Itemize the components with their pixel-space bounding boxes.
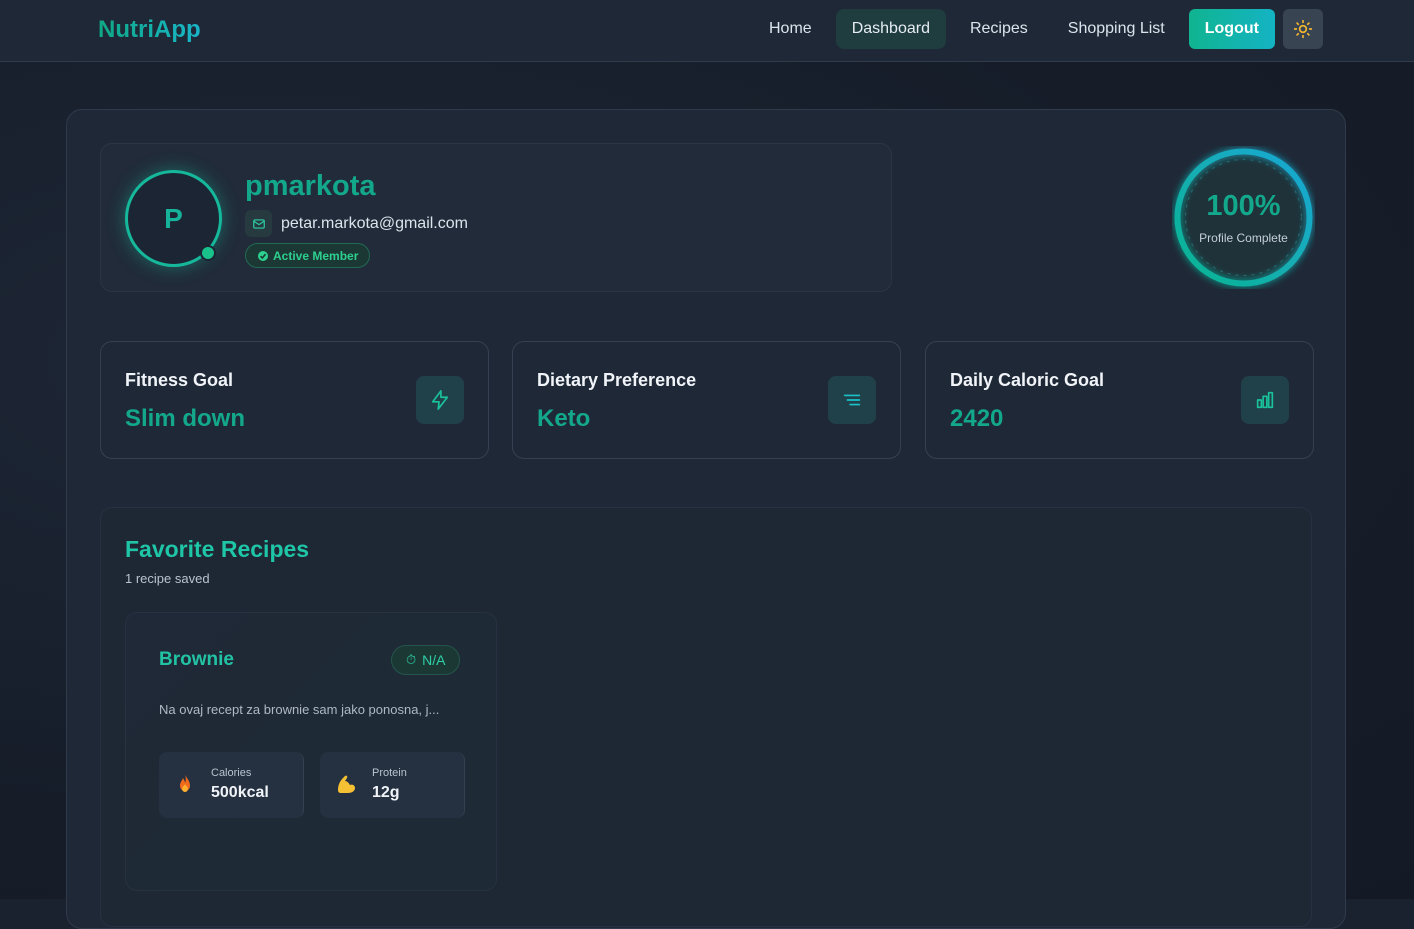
dashboard-card: P pmarkota petar.markota@gmail.com Activ… — [66, 109, 1346, 929]
completion-percent: 100% — [1206, 190, 1281, 222]
favorite-recipes-section: Favorite Recipes 1 recipe saved Brownie … — [100, 507, 1312, 927]
flexed-biceps-icon — [338, 775, 355, 793]
recipe-card[interactable]: Brownie ⏱ N/A Na ovaj recept za brownie … — [125, 612, 497, 891]
theme-toggle-button[interactable] — [1282, 9, 1323, 49]
recipe-name[interactable]: Brownie — [159, 649, 234, 671]
nav-dashboard-link[interactable]: Dashboard — [835, 9, 946, 49]
dietary-preference-card: Dietary Preference Keto — [512, 341, 901, 459]
protein-label: Protein — [372, 767, 407, 779]
prep-time-badge: ⏱ N/A — [391, 645, 461, 675]
stat-value: Keto — [537, 405, 591, 432]
stat-title: Daily Caloric Goal — [950, 370, 1105, 390]
stat-title: Dietary Preference — [537, 370, 697, 390]
username: pmarkota — [245, 170, 376, 202]
recipe-description: Na ovaj recept za brownie sam jako ponos… — [159, 702, 440, 717]
prep-time-value: N/A — [422, 652, 446, 668]
nav-home-link[interactable]: Home — [753, 9, 828, 49]
completion-label: Profile Complete — [1199, 231, 1288, 245]
bar-chart-icon — [1241, 376, 1289, 424]
online-status-dot — [200, 245, 216, 261]
nav-recipes-link[interactable]: Recipes — [954, 9, 1044, 49]
status-badge-label: Active Member — [273, 248, 359, 263]
calories-label: Calories — [211, 767, 252, 779]
mail-icon — [245, 210, 272, 237]
calories-stat: Calories 500kcal — [159, 752, 304, 818]
email-text: petar.markota@gmail.com — [281, 214, 468, 232]
profile-header: P pmarkota petar.markota@gmail.com Activ… — [100, 143, 892, 292]
calories-value: 500kcal — [211, 784, 269, 801]
sun-icon — [1293, 19, 1313, 39]
email-row: petar.markota@gmail.com — [245, 210, 468, 237]
daily-caloric-goal-card: Daily Caloric Goal 2420 — [925, 341, 1314, 459]
nav-shopping-list-link[interactable]: Shopping List — [1052, 9, 1181, 49]
lightning-icon — [416, 376, 464, 424]
logout-button[interactable]: Logout — [1188, 9, 1275, 49]
stat-value: Slim down — [125, 405, 245, 432]
stat-value: 2420 — [950, 405, 1004, 432]
top-navbar: NutriApp Home Dashboard Recipes Shopping… — [0, 0, 1414, 62]
lines-icon — [828, 376, 876, 424]
fire-icon — [180, 774, 190, 792]
status-badge: Active Member — [245, 243, 371, 268]
recipe-count: 1 recipe saved — [125, 571, 210, 586]
section-title: Favorite Recipes — [125, 536, 310, 562]
nav-links: Home Dashboard Recipes Shopping List Log… — [753, 9, 1323, 49]
protein-stat: Protein 12g — [320, 752, 465, 818]
stopwatch-icon: ⏱ — [406, 652, 417, 667]
protein-value: 12g — [372, 784, 400, 801]
stat-title: Fitness Goal — [125, 370, 234, 390]
fitness-goal-card: Fitness Goal Slim down — [100, 341, 489, 459]
brand-logo[interactable]: NutriApp — [98, 16, 201, 44]
check-circle-icon — [258, 250, 268, 261]
